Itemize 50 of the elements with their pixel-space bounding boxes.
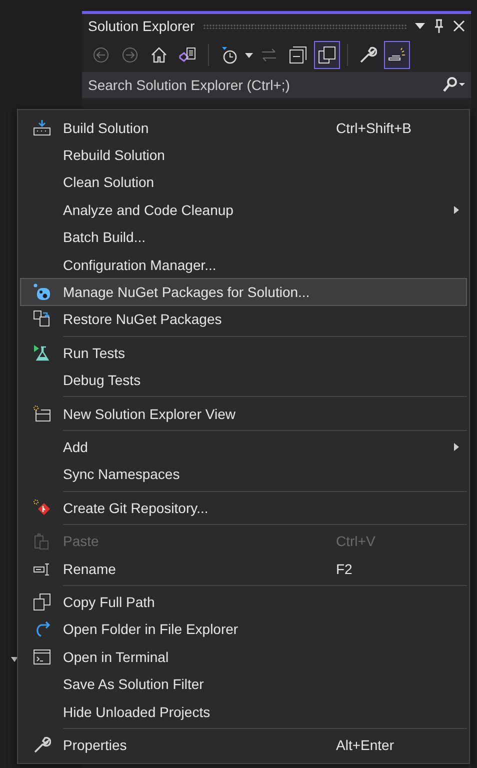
expand-arrow-icon[interactable]: [11, 657, 18, 662]
forward-icon: [121, 46, 139, 64]
sync-icon: [260, 46, 278, 64]
flask-icon: [33, 344, 51, 362]
menu-item[interactable]: Sync Namespaces: [20, 460, 467, 488]
caret-icon: [245, 52, 253, 58]
git-icon: [33, 498, 51, 517]
submenu-arrow-icon: [454, 206, 458, 214]
dropdown-icon[interactable]: [415, 23, 425, 29]
menu-item[interactable]: Create Git Repository...: [20, 494, 467, 522]
paste-icon: [33, 532, 51, 550]
menu-item[interactable]: New Solution Explorer View: [20, 400, 467, 428]
clock-icon: [220, 46, 238, 64]
menu-item[interactable]: Configuration Manager...: [20, 250, 467, 278]
menu-item[interactable]: Rename F2: [20, 554, 467, 582]
collapse-icon: [289, 46, 307, 64]
back-icon: [92, 46, 110, 64]
close-icon[interactable]: [453, 20, 465, 32]
menu-item[interactable]: Restore NuGet Packages: [20, 306, 467, 334]
menu-item[interactable]: Copy Full Path: [20, 588, 467, 616]
menu-item[interactable]: Properties Alt+Enter: [20, 731, 467, 759]
menu-item[interactable]: Batch Build...: [20, 224, 467, 251]
files-icon: [318, 46, 336, 64]
pin-icon[interactable]: [433, 19, 445, 33]
search-input[interactable]: Search Solution Explorer (Ctrl+;): [88, 77, 441, 93]
terminal-icon: [33, 648, 51, 666]
menu-item[interactable]: Debug Tests: [20, 366, 467, 394]
menu-item[interactable]: Clean Solution: [20, 168, 467, 196]
wrench-icon: [33, 736, 51, 754]
menu-item[interactable]: Open in Terminal: [20, 643, 467, 670]
search-icon[interactable]: [441, 77, 465, 93]
panel-title: Solution Explorer: [88, 18, 195, 34]
menu-item[interactable]: Rebuild Solution: [20, 141, 467, 169]
wrench-icon: [359, 46, 377, 64]
menu-item[interactable]: Save As Solution Filter: [20, 670, 467, 698]
window-icon: [33, 404, 51, 423]
nuget-icon: [33, 283, 51, 302]
build-icon: [33, 118, 51, 137]
submenu-arrow-icon: [454, 442, 458, 451]
menu-item[interactable]: Manage NuGet Packages for Solution...: [20, 278, 467, 306]
menu-item[interactable]: Analyze and Code Cleanup: [20, 196, 467, 224]
menu-item[interactable]: Open Folder in File Explorer: [20, 616, 467, 644]
copy-icon: [33, 592, 51, 611]
menu-item[interactable]: Run Tests: [20, 339, 467, 367]
home-icon: [150, 46, 168, 64]
restore-icon: [33, 310, 51, 328]
menu-item[interactable]: Hide Unloaded Projects: [20, 698, 467, 726]
menu-item[interactable]: Build Solution Ctrl+Shift+B: [20, 114, 467, 142]
menu-item[interactable]: Add: [20, 433, 467, 461]
search-field[interactable]: Search Solution Explorer (Ctrl+;): [82, 72, 471, 98]
